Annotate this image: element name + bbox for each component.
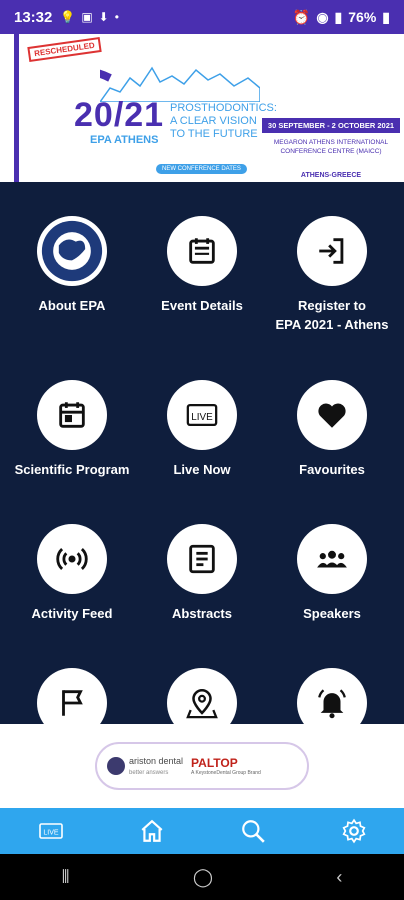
banner-tagline: PROSTHODONTICS: A CLEAR VISION TO THE FU… — [170, 102, 277, 140]
menu-grid: About EPA Event Details Register to EPA … — [0, 182, 404, 724]
battery-icon: ▮ — [382, 8, 390, 25]
tile-register[interactable]: Register to EPA 2021 - Athens — [265, 216, 399, 366]
nav-home-button[interactable] — [132, 811, 172, 851]
download-icon: ⬇ — [98, 10, 109, 24]
paltop-logo: PALTOP A KeystoneDental Group Brand — [191, 756, 261, 776]
tile-label: Activity Feed — [31, 606, 113, 621]
paltop-name: PALTOP — [191, 756, 238, 770]
tile-about-epa[interactable]: About EPA — [5, 216, 139, 366]
nav-search-button[interactable] — [233, 811, 273, 851]
tile-label: Abstracts — [172, 606, 232, 621]
status-notification-icons: 💡 ▣ ⬇ • — [60, 10, 119, 24]
status-right: ⏰ ◉ ▮ 76% ▮ — [293, 9, 390, 26]
tile-live-now[interactable]: LIVE Live Now — [135, 380, 269, 530]
login-icon — [319, 238, 344, 264]
tile-label: Live Now — [173, 462, 231, 477]
ariston-dot-icon — [107, 757, 125, 775]
event-city: ATHENS-GREECE — [300, 172, 362, 179]
tile-label: Favourites — [299, 462, 365, 477]
ariston-sub: better answers — [129, 770, 169, 776]
map-pin-icon — [186, 688, 218, 719]
tile-flag[interactable] — [5, 668, 139, 724]
live-icon: LIVE — [186, 403, 218, 427]
gear-icon — [342, 818, 365, 844]
banner-accent-bar — [14, 34, 19, 182]
epa-logo-icon — [41, 220, 103, 282]
tile-label: Speakers — [303, 606, 361, 621]
tile-notifications[interactable] — [265, 668, 399, 724]
home-circle-icon[interactable]: ◯ — [193, 867, 213, 888]
status-time: 13:32 — [14, 8, 53, 26]
nav-live-button[interactable]: LIVE — [31, 811, 71, 851]
calendar-day-icon — [59, 402, 85, 428]
system-nav-bar: ⦀ ◯ ‹ — [0, 854, 404, 900]
recent-apps-icon[interactable]: ⦀ — [62, 867, 70, 888]
tile-label: Scientific Program — [14, 462, 130, 477]
event-logo: 20/21 — [74, 96, 165, 134]
ariston-name: ariston dental — [129, 756, 184, 766]
svg-text:LIVE: LIVE — [191, 412, 213, 423]
wifi-icon: ◉ — [316, 8, 329, 25]
bottom-nav: LIVE — [0, 808, 404, 854]
event-dates: 30 SEPTEMBER - 2 OCTOBER 2021 — [262, 118, 400, 133]
sponsor-banner[interactable]: ariston dental better answers PALTOP A K… — [0, 724, 404, 808]
tile-activity-feed[interactable]: Activity Feed — [5, 524, 139, 674]
tile-map[interactable] — [135, 668, 269, 724]
calendar-icon — [189, 238, 215, 264]
svg-text:LIVE: LIVE — [43, 830, 59, 837]
ariston-logo: ariston dental better answers — [107, 756, 183, 776]
tile-label: About EPA — [38, 298, 106, 313]
conference-banner[interactable]: RESCHEDULED 20/21 EPA ATHENS PROSTHODONT… — [0, 34, 404, 182]
search-icon — [241, 820, 265, 843]
paltop-sub: A KeystoneDental Group Brand — [191, 770, 261, 776]
event-venue: MEGARON ATHENS INTERNATIONAL CONFERENCE … — [273, 139, 389, 155]
broadcast-icon — [56, 548, 88, 570]
signal-icon: ▮ — [334, 8, 343, 25]
rescheduled-stamp: RESCHEDULED — [27, 36, 102, 63]
bulb-icon: 💡 — [60, 10, 76, 24]
tile-favourites[interactable]: Favourites — [265, 380, 399, 530]
nav-settings-button[interactable] — [334, 811, 374, 851]
tile-speakers[interactable]: Speakers — [265, 524, 399, 674]
heart-icon — [318, 403, 346, 428]
battery-text: 76% — [348, 9, 377, 25]
tile-scientific-program[interactable]: Scientific Program — [5, 380, 139, 530]
tile-label: Event Details — [161, 298, 243, 313]
tile-event-details[interactable]: Event Details — [135, 216, 269, 366]
epa-athens-label: EPA ATHENS — [90, 134, 159, 146]
sponsor-pill[interactable]: ariston dental better answers PALTOP A K… — [95, 742, 309, 790]
alarm-icon: ⏰ — [292, 8, 311, 25]
tile-label: Register to EPA 2021 - Athens — [275, 298, 389, 332]
status-bar: 13:32 💡 ▣ ⬇ • ⏰ ◉ ▮ 76% ▮ — [0, 0, 404, 34]
image-icon: ▣ — [81, 10, 93, 24]
people-icon — [317, 550, 347, 568]
bell-icon — [318, 689, 346, 719]
live-icon: LIVE — [38, 823, 63, 839]
home-icon — [141, 819, 162, 842]
tile-abstracts[interactable]: Abstracts — [135, 524, 269, 674]
flag-icon — [62, 690, 83, 716]
new-dates-badge: NEW CONFERENCE DATES — [156, 164, 247, 174]
dot-icon: • — [114, 10, 119, 24]
back-icon[interactable]: ‹ — [336, 867, 342, 888]
document-icon — [189, 544, 215, 574]
